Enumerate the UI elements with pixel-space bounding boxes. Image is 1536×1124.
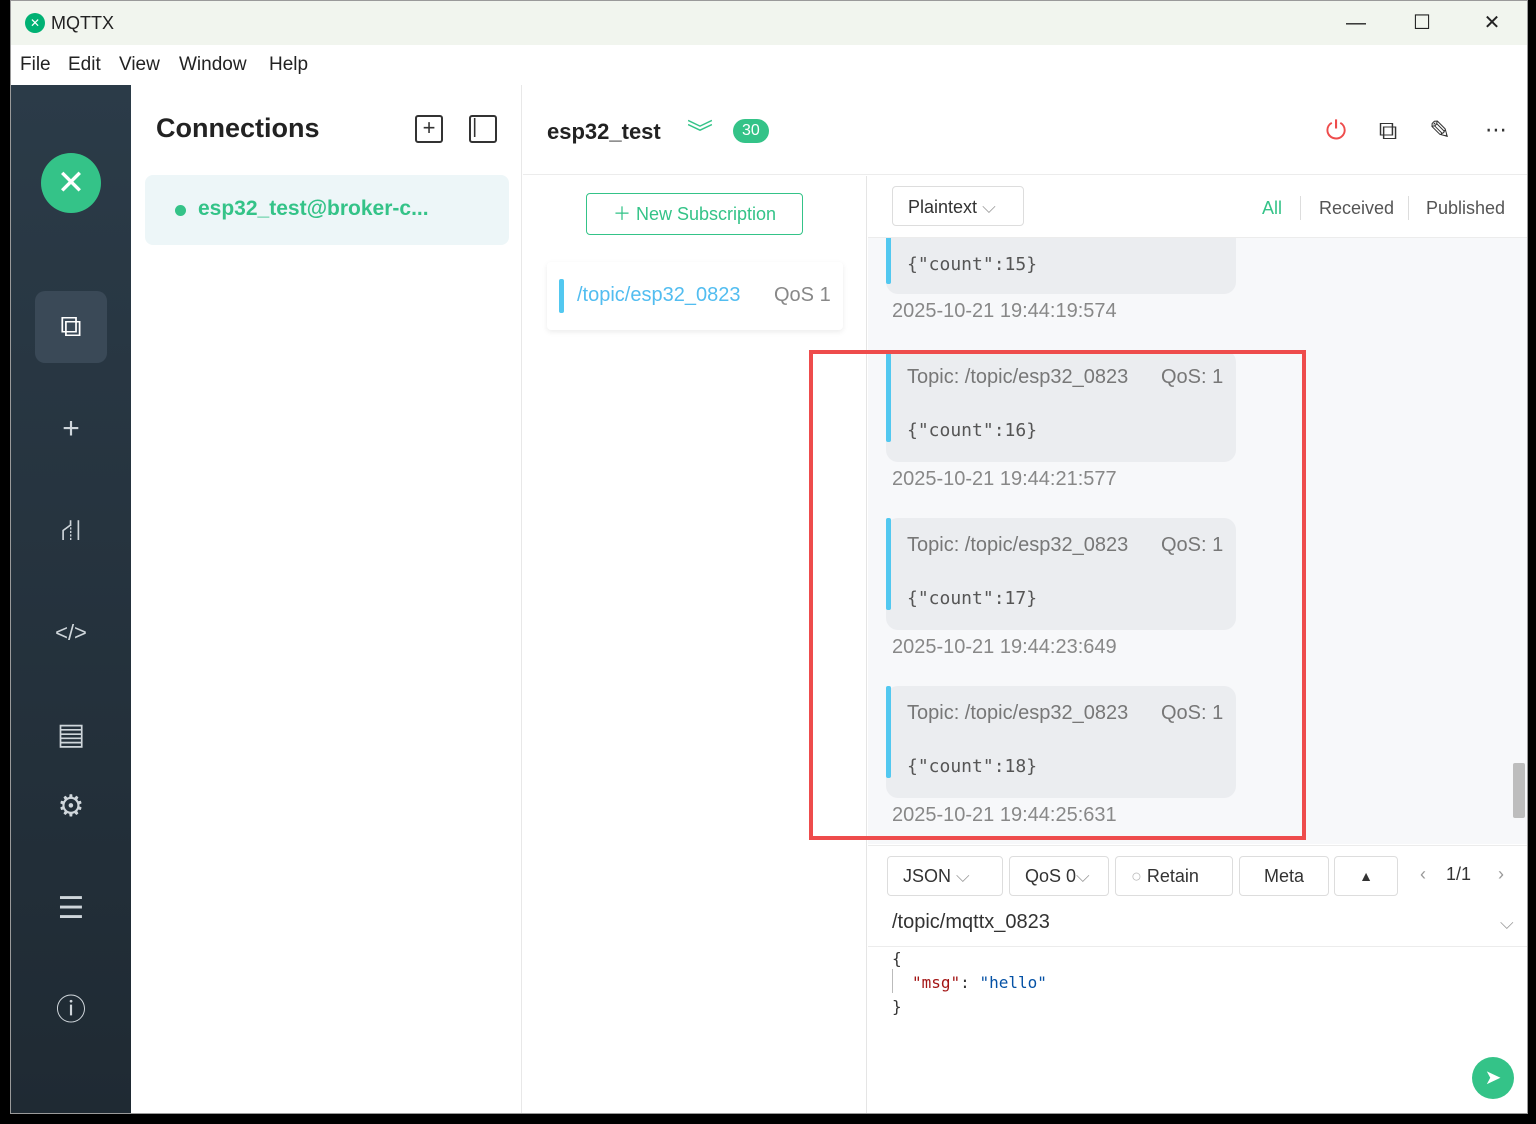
message-time: 2025-10-21 19:44:19:574 [892,300,1117,322]
connection-name: esp32_test@broker-c... [198,197,429,220]
new-connection-plus-icon[interactable]: + [415,115,443,143]
maximize-button[interactable]: ☐ [1387,1,1457,45]
collapse-chevron-icon[interactable]: ︾ [687,113,713,150]
chevron-down-icon: ⌵ [956,866,970,886]
disconnect-power-icon[interactable]: ⏻ [1319,113,1353,147]
editor-line: { [892,949,902,968]
highlight-annotation-box [809,350,1306,840]
next-page-icon[interactable]: › [1498,864,1504,885]
settings-icon[interactable]: ⚙ [35,771,107,843]
publish-qos-value: QoS 0 [1025,866,1077,886]
publish-topic-input[interactable]: /topic/mqttx_0823 [892,911,1050,934]
menu-edit[interactable]: Edit [68,54,101,76]
filter-published[interactable]: Published [1426,198,1505,219]
send-message-button[interactable]: ➤ [1472,1057,1514,1099]
feed-icon[interactable]: ☰ [35,873,107,945]
message-payload: {"count":15} [907,254,1038,275]
filter-received[interactable]: Received [1319,198,1394,219]
minimize-button[interactable]: — [1321,1,1391,45]
chevron-down-icon: ⌵ [982,197,996,217]
page-indicator: 1/1 [1446,864,1472,884]
message-count-badge: 30 [733,119,769,143]
divider [1408,196,1409,220]
code-icon[interactable]: </> [35,597,107,669]
window-title: MQTTX [51,13,114,33]
app-logo-icon: ✕ [25,13,45,33]
menu-bar: File Edit View Window Help [11,45,1527,85]
message-bubble[interactable]: {"count":15} [886,238,1236,294]
editor-line: "msg": "hello" [912,973,1047,992]
connections-icon[interactable]: ⧉ [35,291,107,363]
meta-button[interactable]: Meta [1239,856,1329,896]
edit-icon[interactable]: ✎ [1423,113,1457,147]
publish-topic-row[interactable]: /topic/mqttx_0823 ⌵ [868,905,1527,947]
chevron-down-icon: ⌵ [1076,866,1090,886]
payload-format-select[interactable]: Plaintext ⌵ [892,186,1024,226]
chevron-down-icon[interactable]: ⌵ [1500,913,1514,934]
indent-guide [892,969,893,993]
about-icon[interactable]: ⓘ [35,975,107,1047]
add-icon[interactable]: + [35,393,107,465]
menu-help[interactable]: Help [269,54,308,76]
connection-title: esp32_test [547,119,661,144]
publish-toolbar: JSON ⌵ QoS 0⌵ ○ Retain Meta ▲ ‹ 1/1 › [868,845,1527,905]
radio-icon: ○ [1131,866,1142,886]
plus-icon: ＋ [612,204,631,224]
more-icon[interactable]: ⋯ [1479,113,1513,147]
connection-item[interactable]: esp32_test@broker-c... [145,175,509,245]
prev-page-icon[interactable]: ‹ [1420,864,1426,885]
menu-file[interactable]: File [20,54,51,76]
divider [1300,196,1301,220]
title-bar: ✕ MQTTX — ☐ ✕ [11,1,1527,45]
payload-editor[interactable]: { "msg": "hello" } [868,947,1527,1113]
topology-icon[interactable]: ⛙ [35,495,107,567]
message-color-bar [886,238,891,284]
publish-format-value: JSON [903,866,952,886]
subscription-qos: QoS 1 [774,284,831,306]
new-subscription-label: New Subscription [635,204,777,224]
new-window-icon[interactable]: ⧉ [1371,113,1405,147]
format-value: Plaintext [908,197,978,217]
publish-format-select[interactable]: JSON ⌵ [887,856,1003,896]
retain-checkbox[interactable]: ○ Retain [1115,856,1233,896]
mqttx-logo-icon: ✕ [41,153,101,213]
subscription-item[interactable]: /topic/esp32_0823 QoS 1 [547,262,843,330]
subscription-color-bar [559,279,564,313]
left-nav: ✕ ⧉ + ⛙ </> ▤ ⚙ ☰ ⓘ [11,85,131,1113]
message-scrollbar[interactable] [1513,253,1525,833]
new-subscription-button[interactable]: ＋ New Subscription [586,193,803,235]
toggle-sidebar-icon[interactable]: ▏ [469,115,497,143]
filter-all[interactable]: All [1262,198,1282,219]
connections-title: Connections [156,113,320,143]
expand-up-icon[interactable]: ▲ [1334,856,1398,896]
publish-qos-select[interactable]: QoS 0⌵ [1009,856,1109,896]
menu-window[interactable]: Window [179,54,247,76]
menu-view[interactable]: View [119,54,160,76]
connection-header: esp32_test ︾ 30 ⏻ ⧉ ✎ ⋯ [523,85,1527,175]
close-button[interactable]: ✕ [1457,1,1527,45]
json-value: "hello" [979,973,1047,992]
connections-panel: Connections + ▏ esp32_test@broker-c... [131,85,522,1113]
subscription-topic: /topic/esp32_0823 [577,284,741,306]
retain-label: Retain [1146,866,1199,886]
log-icon[interactable]: ▤ [35,699,107,771]
scrollbar-thumb[interactable] [1513,763,1525,818]
app-window: ✕ MQTTX — ☐ ✕ File Edit View Window Help… [10,0,1528,1114]
connected-status-icon [175,205,186,216]
json-key: "msg" [912,973,961,992]
message-toolbar: Plaintext ⌵ All Received Published [868,176,1527,238]
editor-line: } [892,997,902,1016]
